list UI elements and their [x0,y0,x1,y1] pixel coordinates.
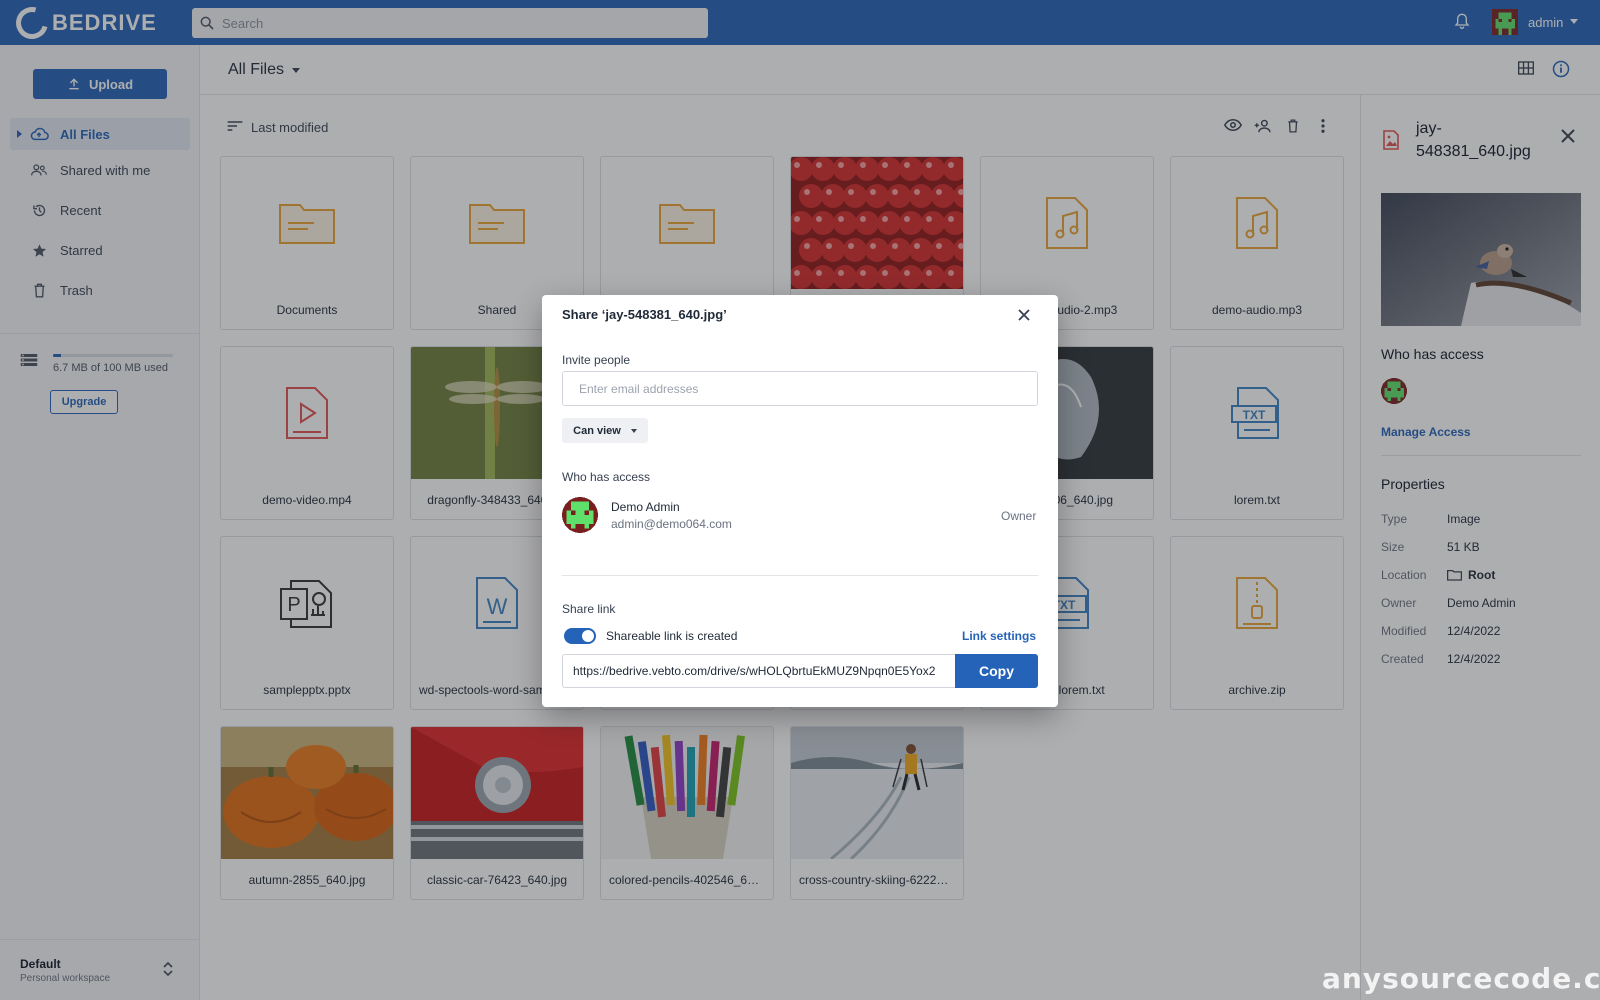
member-email: admin@demo064.com [611,517,732,531]
member-name: Demo Admin [611,500,680,514]
toggle-label: Shareable link is created [606,629,737,643]
chevron-down-icon [631,429,637,433]
who-has-access-heading: Who has access [562,470,650,484]
avatar [562,497,598,533]
permission-select[interactable]: Can view [562,418,648,443]
copy-button[interactable]: Copy [955,654,1038,688]
share-dialog: Share ‘jay-548381_640.jpg’ Invite people… [542,295,1058,707]
share-link-label: Share link [562,602,615,616]
email-field[interactable] [562,371,1038,406]
member-role: Owner [1001,509,1036,523]
dialog-title: Share ‘jay-548381_640.jpg’ [562,307,727,322]
share-link-field[interactable] [562,654,955,688]
shareable-link-toggle[interactable] [564,628,596,644]
permission-value: Can view [573,425,621,437]
invite-label: Invite people [562,353,630,367]
watermark: anysourcecode.com [1322,962,1600,995]
close-icon[interactable] [1018,309,1030,324]
divider [562,575,1038,576]
toggle-knob [582,630,594,642]
link-settings-link[interactable]: Link settings [962,629,1036,643]
